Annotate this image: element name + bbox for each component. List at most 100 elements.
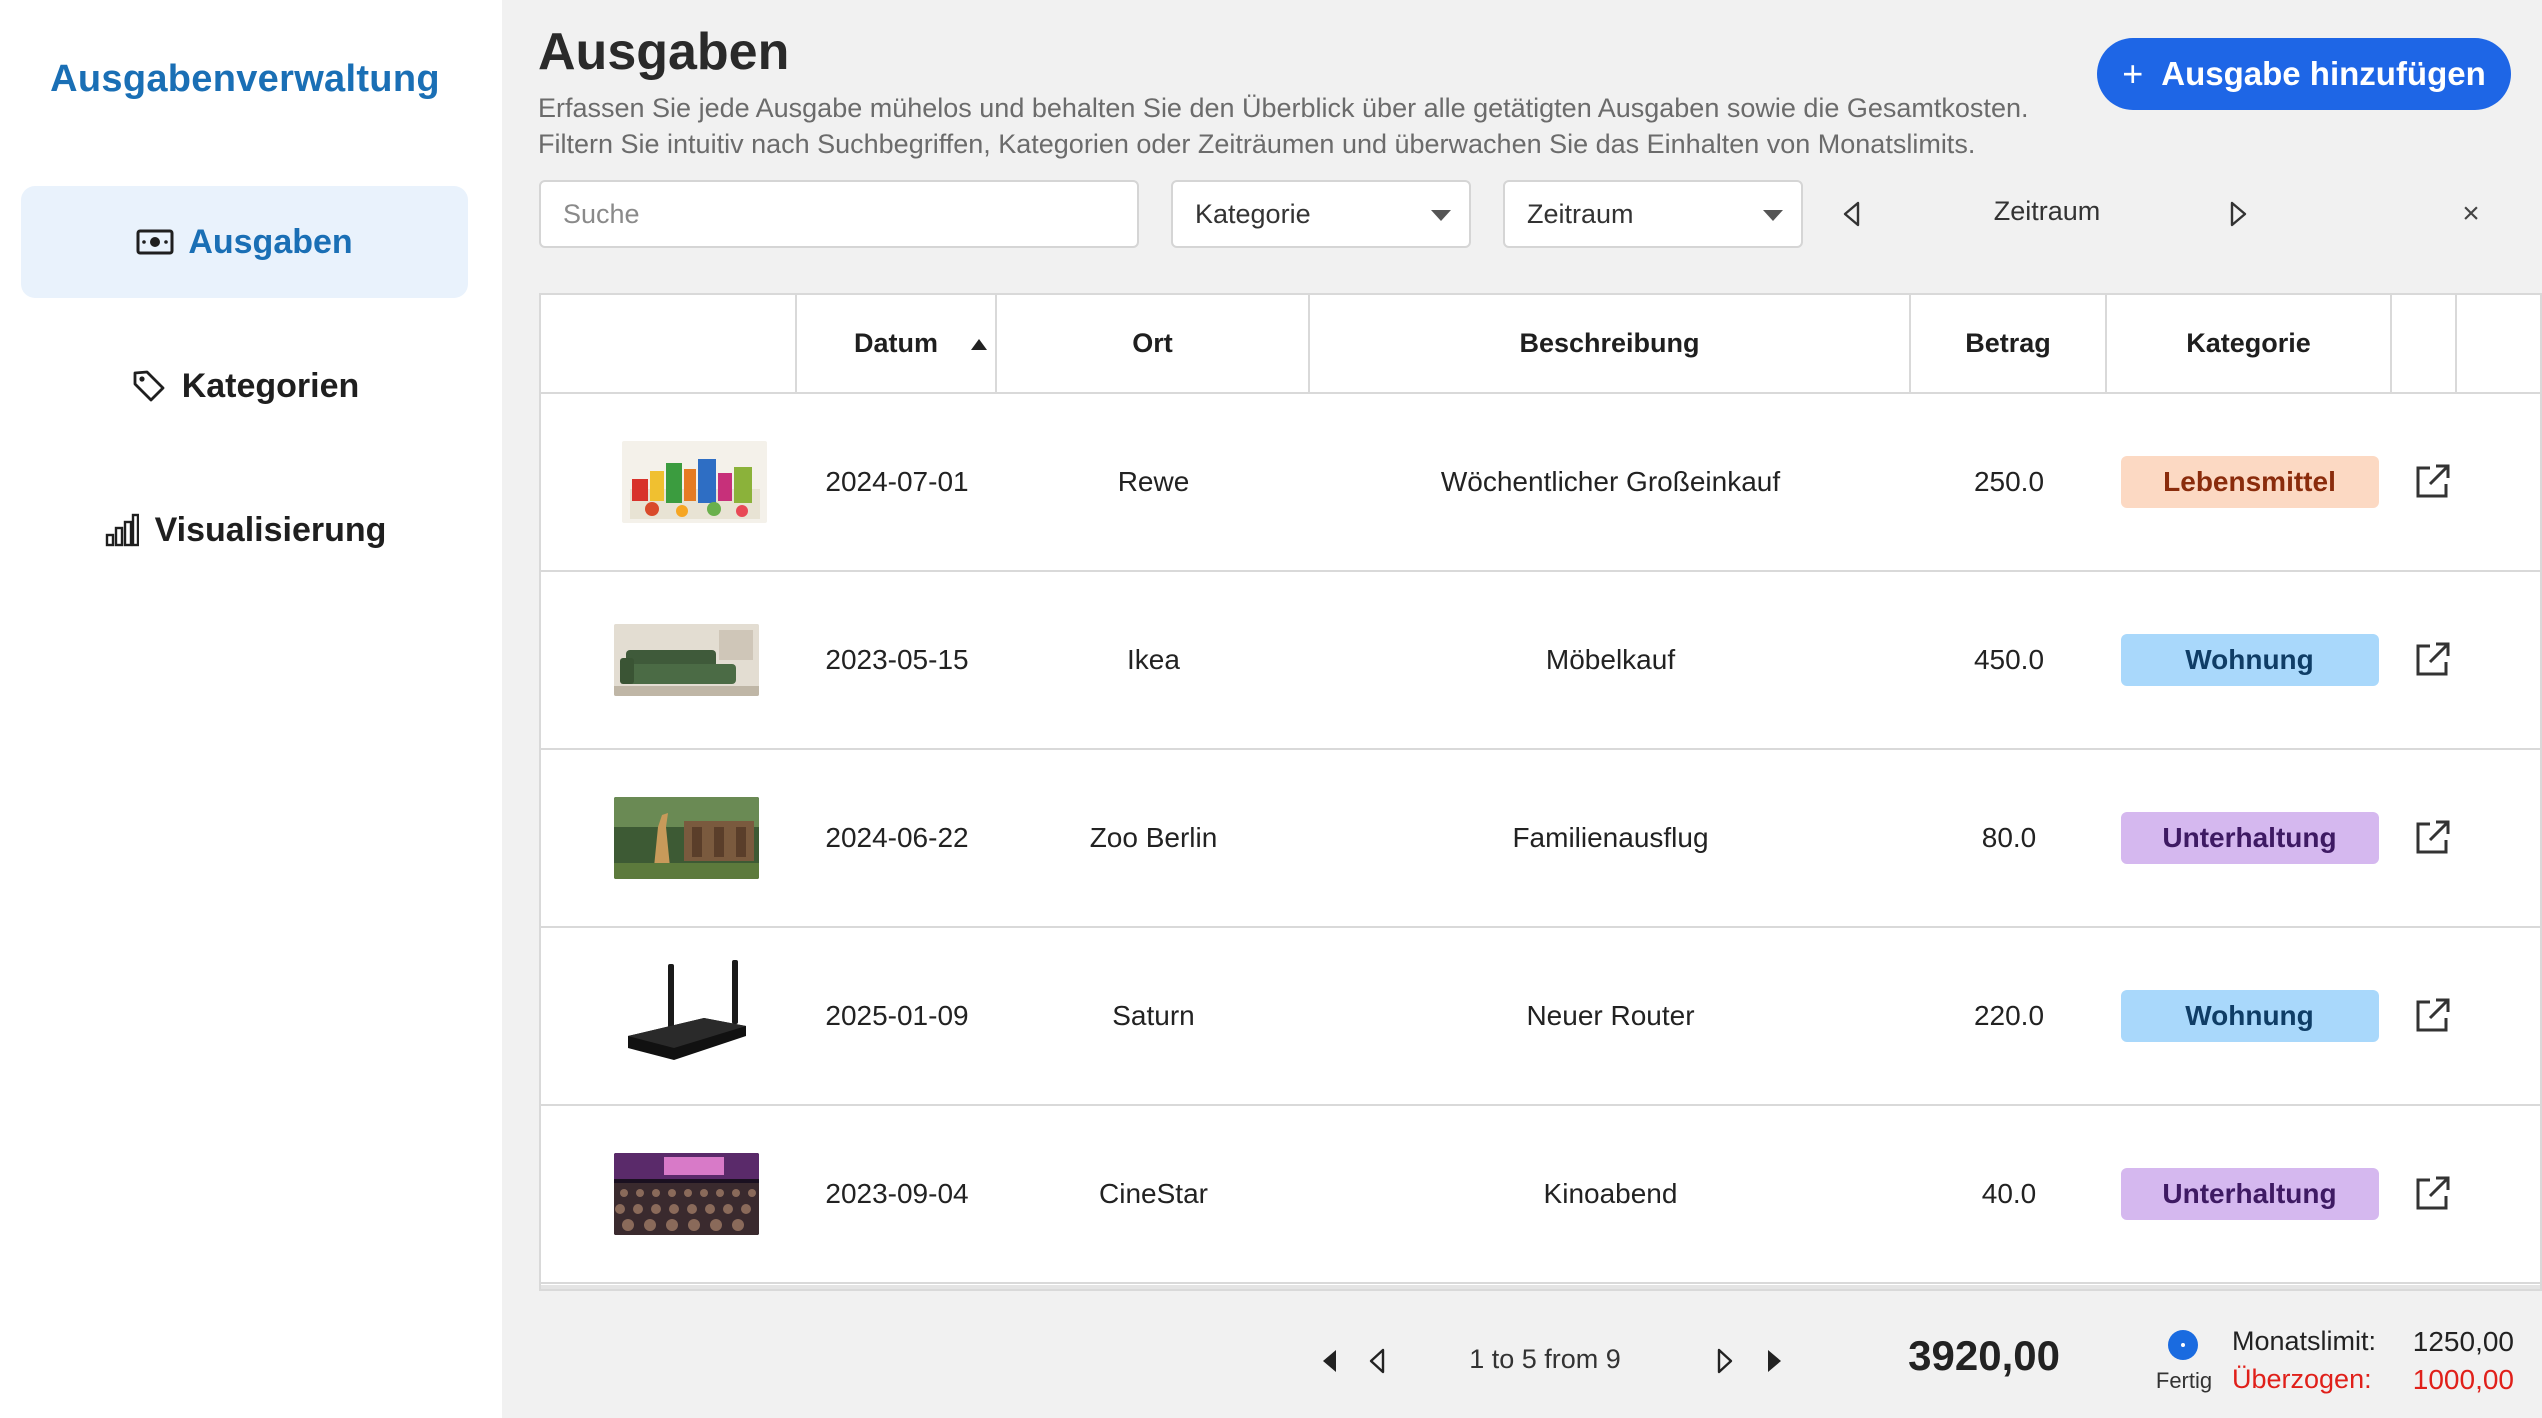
expense-image: [613, 1106, 759, 1282]
column-header-ort[interactable]: Ort: [997, 295, 1310, 392]
caret-down-icon: [1431, 210, 1451, 221]
table-row[interactable]: 2023-09-04 CineStar Kinoabend 40.0 Unter…: [541, 1106, 2540, 1284]
add-expense-button[interactable]: + Ausgabe hinzufügen: [2097, 38, 2511, 110]
search-input[interactable]: [539, 180, 1139, 248]
sidebar-item-label: Kategorien: [181, 366, 360, 405]
expense-description: Familienausflug: [1512, 822, 1709, 853]
category-select-value: Kategorie: [1195, 198, 1311, 229]
caret-down-icon: [1763, 210, 1783, 221]
category-cell: Lebensmittel: [2107, 394, 2392, 570]
pagination-text: 1 to 5 from 9: [1469, 1344, 1621, 1374]
open-link-cell: [2392, 394, 2472, 570]
total-amount: 3920,00: [1908, 1332, 2060, 1379]
table-row[interactable]: 2024-06-22 Zoo Berlin Familienausflug 80…: [541, 750, 2540, 928]
external-link-icon[interactable]: [2410, 1172, 2454, 1216]
expense-image: [613, 572, 759, 748]
first-page-button[interactable]: [1314, 1344, 1344, 1378]
prev-page-button[interactable]: [1362, 1344, 1392, 1378]
monthly-limit-label: Monatslimit:: [2232, 1326, 2377, 1356]
expense-place: Ikea: [1127, 644, 1180, 675]
triangle-right-icon: [2230, 201, 2247, 227]
table-row[interactable]: 2024-07-01 Rewe Wöchentlicher Großeinkau…: [541, 394, 2540, 572]
open-link-cell: [2392, 928, 2472, 1104]
column-header-actions: [2392, 295, 2457, 392]
external-link-icon[interactable]: [2410, 994, 2454, 1038]
expense-amount: 40.0: [1981, 1178, 2037, 1209]
table-row[interactable]: 2023-05-15 Ikea Möbelkauf 450.0 Wohnung: [541, 572, 2540, 750]
column-header-betrag[interactable]: Betrag: [1911, 295, 2107, 392]
zoo-image: [613, 797, 759, 879]
period-next-button[interactable]: [2220, 196, 2256, 232]
expense-date: 2024-06-22: [825, 822, 969, 853]
status-text: Fertig: [2155, 1368, 2213, 1393]
table-row[interactable]: 2025-01-09 Saturn Neuer Router 220.0 Woh…: [541, 928, 2540, 1106]
open-link-cell: [2392, 1106, 2472, 1282]
description-line: Erfassen Sie jede Ausgabe mühelos und be…: [538, 93, 2029, 123]
external-link-icon[interactable]: [2410, 816, 2454, 860]
expense-date: 2023-05-15: [825, 644, 969, 675]
column-header-image: [541, 295, 797, 392]
column-header-datum[interactable]: Datum: [797, 295, 997, 392]
description-line: Filtern Sie intuitiv nach Suchbegriffen,…: [538, 129, 1976, 159]
overdrawn-label: Überzogen:: [2232, 1364, 2372, 1394]
add-expense-label: Ausgabe hinzufügen: [2161, 55, 2486, 92]
expense-place: Saturn: [1112, 1000, 1195, 1031]
overdrawn-value: 1000,00: [2412, 1364, 2514, 1395]
category-cell: Wohnung: [2107, 572, 2392, 748]
prev-page-icon: [1369, 1348, 1385, 1374]
plus-icon: +: [2122, 53, 2144, 94]
table-scrollbar[interactable]: [541, 1285, 2540, 1289]
expense-description: Möbelkauf: [1545, 644, 1676, 675]
last-page-icon: [1768, 1350, 1781, 1372]
category-cell: Unterhaltung: [2107, 1106, 2392, 1282]
first-page-icon: [1323, 1350, 1336, 1372]
open-link-cell: [2392, 572, 2472, 748]
expense-image: [613, 750, 759, 926]
sort-ascending-icon: [971, 339, 987, 350]
expense-description: Kinoabend: [1543, 1178, 1678, 1209]
sidebar-item-label: Visualisierung: [154, 510, 387, 549]
expense-place: CineStar: [1099, 1178, 1208, 1209]
external-link-icon[interactable]: [2410, 460, 2454, 504]
period-prev-button[interactable]: [1834, 196, 1870, 232]
category-cell: Wohnung: [2107, 928, 2392, 1104]
category-badge: Unterhaltung: [2120, 1168, 2379, 1220]
category-badge: Unterhaltung: [2120, 812, 2379, 864]
column-header-beschreibung[interactable]: Beschreibung: [1310, 295, 1911, 392]
period-select-value: Zeitraum: [1527, 198, 1634, 229]
expense-place: Zoo Berlin: [1089, 822, 1218, 853]
sidebar-item-ausgaben[interactable]: Ausgaben: [21, 186, 468, 298]
sidebar-item-kategorien[interactable]: Kategorien: [21, 330, 468, 442]
expense-image: [613, 928, 759, 1104]
monthly-limit-value: 1250,00: [2412, 1326, 2514, 1357]
expense-image: [621, 394, 767, 570]
expense-amount: 450.0: [1973, 644, 2045, 675]
external-link-icon[interactable]: [2410, 638, 2454, 682]
expense-date: 2024-07-01: [825, 466, 969, 497]
expense-place: Rewe: [1117, 466, 1190, 497]
next-page-button[interactable]: [1710, 1344, 1740, 1378]
sidebar-item-visualisierung[interactable]: Visualisierung: [21, 474, 468, 586]
column-header-label: Datum: [853, 328, 938, 358]
cinema-image: [613, 1153, 759, 1235]
expense-description: Neuer Router: [1526, 1000, 1695, 1031]
last-page-button[interactable]: [1760, 1344, 1790, 1378]
bar-chart-icon: [103, 511, 141, 549]
category-select[interactable]: Kategorie: [1171, 180, 1471, 248]
column-header-kategorie[interactable]: Kategorie: [2107, 295, 2392, 392]
expense-amount: 250.0: [1973, 466, 2045, 497]
clear-filter-button[interactable]: ×: [2453, 196, 2489, 232]
groceries-image: [621, 441, 767, 523]
period-select[interactable]: Zeitraum: [1503, 180, 1803, 248]
page-description: Erfassen Sie jede Ausgabe mühelos und be…: [538, 90, 2038, 162]
triangle-left-icon: [1843, 201, 1860, 227]
status-indicator-icon: [2168, 1330, 2198, 1360]
category-badge: Lebensmittel: [2120, 456, 2379, 508]
app-title: Ausgabenverwaltung: [50, 58, 440, 100]
expense-date: 2023-09-04: [825, 1178, 969, 1209]
sofa-image: [613, 624, 759, 696]
page-title: Ausgaben: [538, 23, 790, 81]
category-badge: Wohnung: [2120, 990, 2379, 1042]
sidebar-item-label: Ausgaben: [188, 222, 353, 261]
expense-description: Wöchentlicher Großeinkauf: [1440, 466, 1781, 497]
